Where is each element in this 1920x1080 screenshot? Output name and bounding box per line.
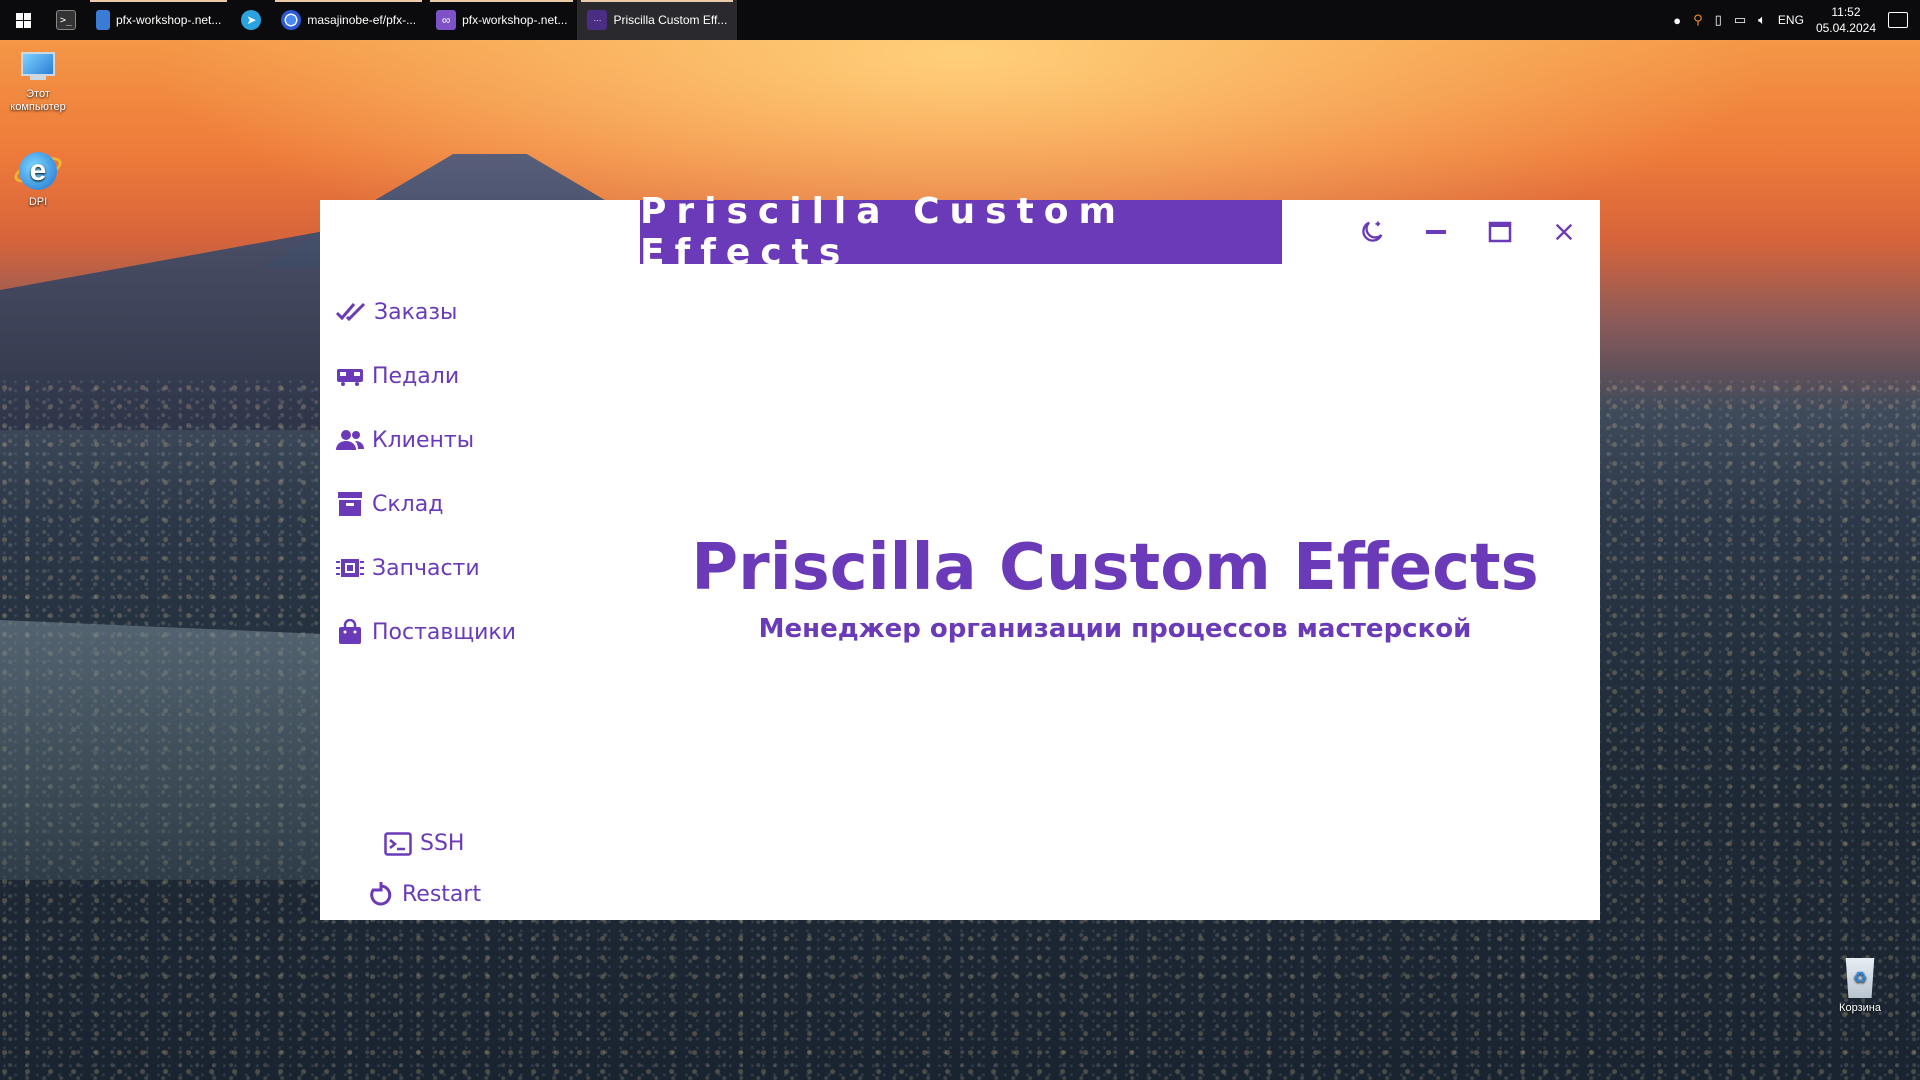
taskbar-terminal[interactable]: >_ — [46, 0, 86, 40]
desktop-icon-dpi[interactable]: e DPI — [0, 150, 76, 209]
restart-label: Restart — [402, 881, 482, 907]
taskbar-item-app[interactable]: ··· Priscilla Custom Eff... — [577, 0, 738, 40]
volume-icon[interactable]: 🔈︎ — [1758, 12, 1766, 28]
nav-item-warehouse[interactable]: Склад — [336, 472, 636, 536]
window-controls — [1354, 214, 1582, 250]
sidebar-nav: Заказы Педали Клиенты Склад Запчасти Пос… — [336, 280, 636, 664]
telegram-icon: ➤ — [241, 10, 262, 30]
nav-item-label: Склад — [372, 491, 444, 517]
nav-item-orders[interactable]: Заказы — [336, 280, 636, 344]
maximize-icon — [1488, 221, 1512, 243]
taskbar-item-visual-studio[interactable]: ∞ pfx-workshop-.net... — [426, 0, 577, 40]
archive-box-icon — [338, 492, 362, 516]
taskbar-item-label: pfx-workshop-.net... — [462, 13, 568, 27]
shopping-bag-icon — [339, 619, 361, 644]
search-tray-icon[interactable]: ⚲ — [1693, 12, 1703, 28]
people-icon — [336, 430, 364, 450]
clock-date: 05.04.2024 — [1815, 21, 1876, 35]
clock-time: 11:52 — [1831, 5, 1861, 19]
computer-icon — [18, 52, 58, 84]
ssh-label: SSH — [420, 831, 465, 856]
maximize-button[interactable] — [1482, 214, 1518, 250]
minimize-icon — [1426, 230, 1446, 234]
nav-item-clients[interactable]: Клиенты — [336, 408, 636, 472]
system-tray: ● ⚲ ▯ ▭ 🔈︎ ENG 11:52 05.04.2024 — [1673, 0, 1920, 40]
chip-icon — [336, 559, 364, 577]
app-title-banner: Priscilla Custom Effects — [640, 191, 1282, 273]
close-icon — [1555, 223, 1573, 241]
clock[interactable]: 11:52 05.04.2024 — [1816, 4, 1876, 36]
terminal-icon — [384, 831, 412, 856]
moon-icon — [1362, 221, 1383, 242]
start-button[interactable] — [0, 0, 46, 40]
ssh-button[interactable]: SSH — [384, 831, 464, 856]
windows-logo-icon — [15, 12, 31, 28]
nav-item-label: Педали — [372, 363, 460, 389]
taskbar-item-telegram[interactable]: ➤ — [231, 0, 271, 40]
desktop-icon-label: Этот компьютер — [10, 88, 66, 113]
taskbar-item-chrome[interactable]: masajinobe-ef/pfx-... — [271, 0, 426, 40]
close-button[interactable] — [1546, 214, 1582, 250]
nav-item-pedals[interactable]: Педали — [336, 344, 636, 408]
double-check-icon — [336, 302, 366, 322]
file-icon — [96, 10, 110, 30]
nav-item-label: Клиенты — [372, 427, 475, 453]
taskbar-item-file[interactable]: pfx-workshop-.net... — [86, 0, 231, 40]
nav-item-label: Заказы — [374, 299, 458, 325]
battery-icon[interactable]: ▯ — [1715, 12, 1722, 28]
notifications-icon[interactable] — [1888, 12, 1908, 28]
app-window: Priscilla Custom Effects Заказы Педали К… — [320, 191, 1600, 920]
network-icon[interactable]: ▭ — [1734, 12, 1746, 28]
nav-item-parts[interactable]: Запчасти — [336, 536, 636, 600]
internet-explorer-icon: e — [11, 150, 65, 192]
taskbar-item-label: pfx-workshop-.net... — [116, 13, 222, 27]
desktop-icon-this-pc[interactable]: Этот компьютер — [0, 52, 76, 114]
hero: Priscilla Custom Effects Менеджер органи… — [640, 530, 1590, 644]
network-globe-icon[interactable]: ● — [1673, 13, 1681, 28]
theme-toggle-button[interactable] — [1354, 214, 1390, 250]
hero-title: Priscilla Custom Effects — [691, 531, 1539, 605]
desktop-icon-label: Корзина — [1839, 1002, 1881, 1014]
taskbar-item-label: masajinobe-ef/pfx-... — [307, 13, 417, 27]
pedal-icon — [337, 369, 363, 386]
nav-item-label: Поставщики — [372, 619, 516, 645]
app-icon: ··· — [587, 10, 608, 30]
recycle-bin-icon: ♻ — [1845, 958, 1875, 998]
terminal-icon: >_ — [56, 10, 76, 30]
minimize-button[interactable] — [1418, 214, 1454, 250]
desktop-icon-recycle-bin[interactable]: ♻ Корзина — [1822, 958, 1898, 1015]
nav-item-suppliers[interactable]: Поставщики — [336, 600, 636, 664]
chrome-icon — [281, 10, 302, 30]
hero-subtitle: Менеджер организации процессов мастерско… — [758, 614, 1472, 644]
restart-button[interactable]: Restart — [368, 881, 481, 907]
nav-item-label: Запчасти — [372, 555, 480, 581]
taskbar-item-label: Priscilla Custom Eff... — [613, 13, 728, 27]
restart-icon — [370, 882, 392, 906]
taskbar: >_ pfx-workshop-.net... ➤ masajinobe-ef/… — [0, 0, 1920, 40]
desktop-icon-label: DPI — [28, 196, 48, 208]
language-indicator[interactable]: ENG — [1778, 13, 1804, 27]
visual-studio-icon: ∞ — [436, 10, 457, 30]
